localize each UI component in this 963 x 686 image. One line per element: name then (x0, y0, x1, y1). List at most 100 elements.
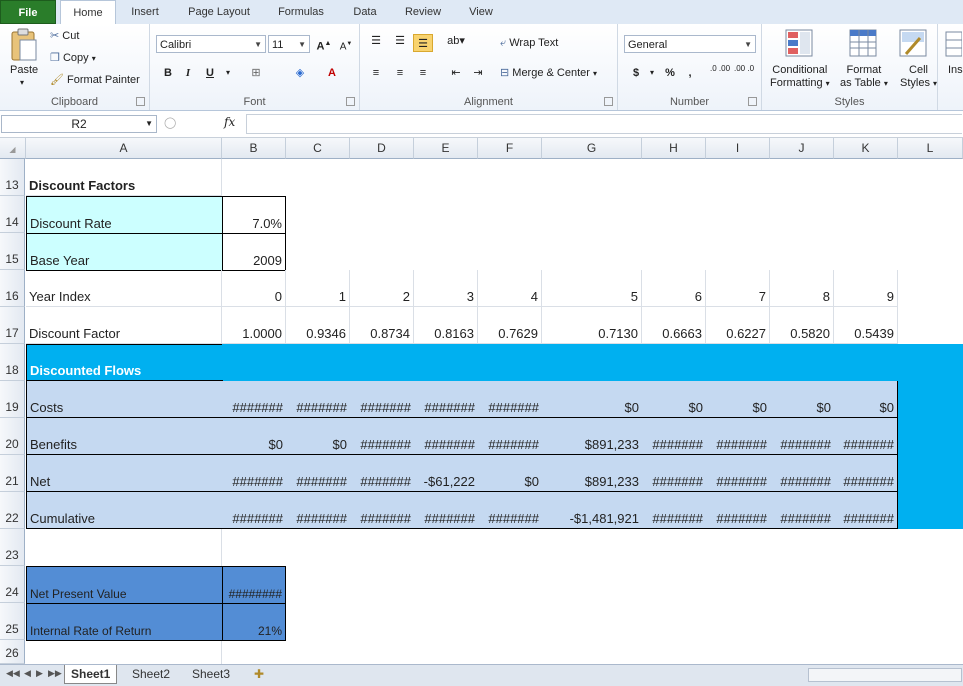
cell-f16[interactable]: 4 (478, 270, 542, 307)
cell-j17[interactable]: 0.5820 (770, 307, 834, 344)
cell-k21[interactable]: ####### (834, 455, 898, 492)
cell-h19[interactable]: $0 (642, 381, 706, 418)
cell-b21[interactable]: ####### (222, 455, 286, 492)
cell-k20[interactable]: ####### (834, 418, 898, 455)
copy-button[interactable]: ❐ Copy ▾ (50, 51, 96, 64)
insert-sheet-icon[interactable]: ✚ (248, 665, 270, 683)
discounted-flows-banner[interactable] (222, 344, 963, 381)
cell-i17[interactable]: 0.6227 (706, 307, 770, 344)
row-header-21[interactable]: 21 (0, 455, 25, 492)
cell-h21[interactable]: ####### (642, 455, 706, 492)
font-size-select[interactable]: 11 ▼ (268, 35, 310, 53)
cell-c16[interactable]: 1 (286, 270, 350, 307)
tab-view[interactable]: View (460, 0, 502, 24)
insert-cells-icon[interactable] (944, 30, 963, 61)
font-launcher-icon[interactable] (346, 97, 355, 106)
row-header-13[interactable]: 13 (0, 159, 25, 196)
sheet-tab-2[interactable]: Sheet2 (126, 665, 176, 683)
comma-button[interactable]: , (680, 64, 700, 82)
cell-d21[interactable]: ####### (350, 455, 414, 492)
column-header-k[interactable]: K (834, 138, 898, 159)
cell-styles-icon[interactable] (898, 28, 928, 61)
cell-d20[interactable]: ####### (350, 418, 414, 455)
cell-styles-button[interactable]: Cell Styles ▾ (900, 64, 937, 90)
cell-e22[interactable]: ####### (414, 492, 478, 529)
column-header-i[interactable]: I (706, 138, 770, 159)
cell-f20[interactable]: ####### (478, 418, 542, 455)
format-as-table-icon[interactable] (848, 28, 878, 61)
cell-d17[interactable]: 0.8734 (350, 307, 414, 344)
horizontal-scrollbar[interactable] (808, 668, 962, 682)
cell-b15[interactable]: 2009 (222, 233, 286, 271)
cell-a17[interactable]: Discount Factor (26, 307, 222, 344)
paste-icon[interactable] (8, 28, 38, 65)
column-header-c[interactable]: C (286, 138, 350, 159)
column-header-a[interactable]: A (26, 138, 222, 159)
cell-k16[interactable]: 9 (834, 270, 898, 307)
column-header-f[interactable]: F (478, 138, 542, 159)
cell-d16[interactable]: 2 (350, 270, 414, 307)
cell-b20[interactable]: $0 (222, 418, 286, 455)
cell-a14[interactable]: Discount Rate (26, 196, 223, 234)
underline-button[interactable]: U (200, 64, 220, 82)
fill-color-icon[interactable]: ◈ (290, 64, 310, 82)
row-header-15[interactable]: 15 (0, 233, 25, 270)
conditional-formatting-button[interactable]: Conditional Formatting ▾ (770, 64, 830, 90)
cell-h22[interactable]: ####### (642, 492, 706, 529)
cell-f19[interactable]: ####### (478, 381, 542, 418)
cell-i20[interactable]: ####### (706, 418, 770, 455)
select-all-corner[interactable]: ◢ (0, 138, 26, 159)
sheet-tab-1[interactable]: Sheet1 (64, 665, 118, 684)
cell-i16[interactable]: 7 (706, 270, 770, 307)
cell-a19[interactable]: Costs (26, 380, 223, 418)
cell-c21[interactable]: ####### (286, 455, 350, 492)
first-sheet-icon[interactable]: ◀◀ (6, 668, 20, 679)
paste-button[interactable]: Paste (10, 64, 38, 76)
row-header-19[interactable]: 19 (0, 381, 25, 418)
cell-e21[interactable]: -$61,222 (414, 455, 478, 492)
cell-h16[interactable]: 6 (642, 270, 706, 307)
cell-h17[interactable]: 0.6663 (642, 307, 706, 344)
format-as-table-button[interactable]: Format as Table ▾ (840, 64, 888, 90)
cell-b14[interactable]: 7.0% (222, 196, 286, 234)
percent-button[interactable]: % (660, 64, 680, 82)
row-header-25[interactable]: 25 (0, 603, 25, 640)
next-sheet-icon[interactable]: ▶ (36, 668, 43, 679)
cell-c17[interactable]: 0.9346 (286, 307, 350, 344)
row-header-16[interactable]: 16 (0, 270, 25, 307)
column-header-j[interactable]: J (770, 138, 834, 159)
conditional-formatting-icon[interactable] (784, 28, 814, 61)
cell-h20[interactable]: ####### (642, 418, 706, 455)
shrink-font-icon[interactable]: A▼ (336, 35, 356, 53)
cell-b24[interactable]: ######## (222, 566, 286, 604)
cut-button[interactable]: ✂ Cut (50, 29, 79, 42)
tab-file[interactable]: File (0, 0, 56, 24)
row-header-23[interactable]: 23 (0, 529, 25, 566)
cell-a13[interactable]: Discount Factors (26, 159, 222, 196)
cell-a20[interactable]: Benefits (26, 417, 223, 455)
cell-e16[interactable]: 3 (414, 270, 478, 307)
cell-c22[interactable]: ####### (286, 492, 350, 529)
grow-font-icon[interactable]: A▲ (314, 35, 334, 53)
cell-i21[interactable]: ####### (706, 455, 770, 492)
cell-d22[interactable]: ####### (350, 492, 414, 529)
align-top-icon[interactable]: ☰ (366, 32, 386, 50)
cell-a21[interactable]: Net (26, 454, 223, 492)
decrease-indent-icon[interactable]: ⇤ (446, 64, 466, 82)
row-header-22[interactable]: 22 (0, 492, 25, 529)
cell-j22[interactable]: ####### (770, 492, 834, 529)
cell-e20[interactable]: ####### (414, 418, 478, 455)
column-header-b[interactable]: B (222, 138, 286, 159)
formula-bar-grip-icon[interactable]: ◯ (164, 116, 176, 129)
cell-j20[interactable]: ####### (770, 418, 834, 455)
cell-a18[interactable]: Discounted Flows (26, 344, 223, 381)
row-header-18[interactable]: 18 (0, 344, 25, 381)
cell-k17[interactable]: 0.5439 (834, 307, 898, 344)
cell-e17[interactable]: 0.8163 (414, 307, 478, 344)
paste-dropdown-icon[interactable]: ▾ (20, 78, 24, 87)
merge-center-button[interactable]: ⊟ Merge & Center ▾ (500, 66, 597, 79)
cell-g20[interactable]: $891,233 (542, 418, 642, 455)
cell-j21[interactable]: ####### (770, 455, 834, 492)
wrap-text-button[interactable]: ⤶ Wrap Text (500, 37, 558, 50)
tab-page-layout[interactable]: Page Layout (180, 0, 258, 24)
